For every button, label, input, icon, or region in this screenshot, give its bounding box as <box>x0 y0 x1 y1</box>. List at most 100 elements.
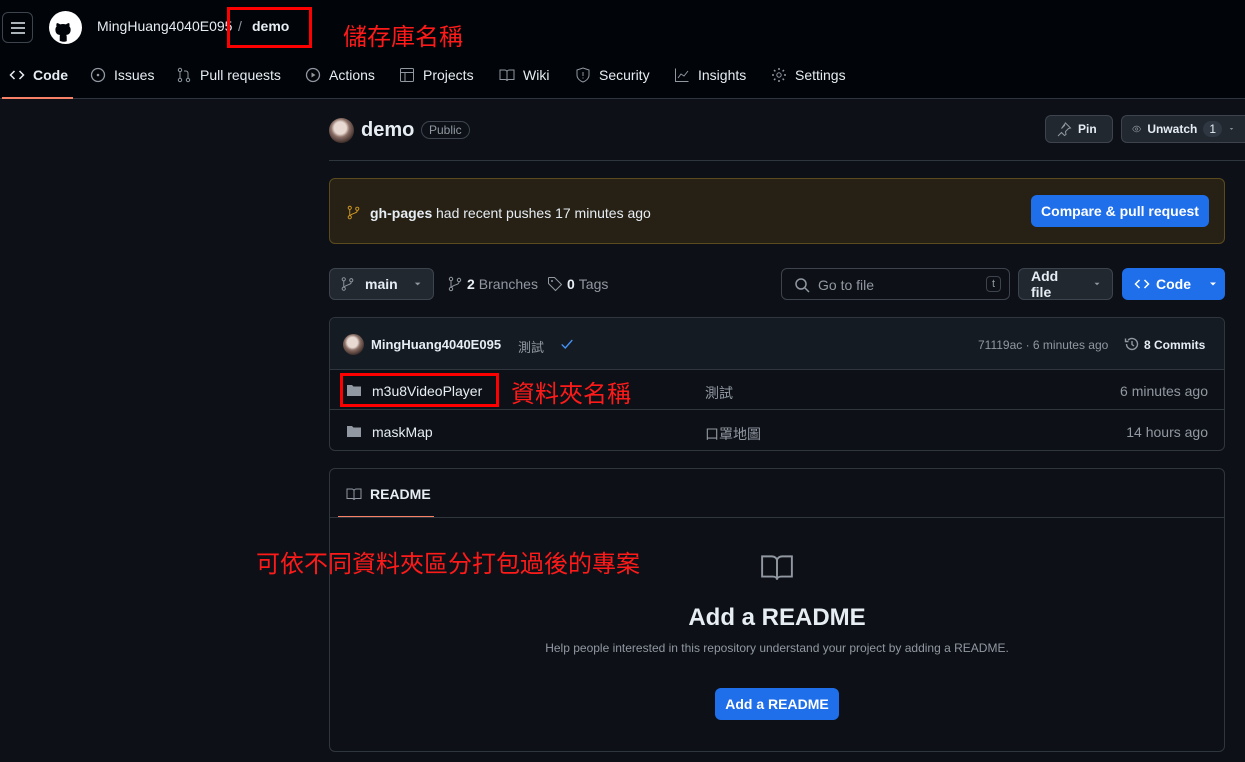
branch-selector[interactable]: main <box>329 268 434 300</box>
table-icon <box>400 68 414 82</box>
owner-avatar[interactable] <box>329 118 354 143</box>
readme-panel: README Add a README Help people interest… <box>329 468 1225 752</box>
history-icon <box>1124 337 1139 351</box>
file-name[interactable]: maskMap <box>372 424 433 440</box>
tab-code[interactable]: Code <box>9 60 68 90</box>
tab-projects-label: Projects <box>423 67 474 83</box>
banner-message: had recent pushes 17 minutes ago <box>436 205 651 221</box>
code-button-label: Code <box>1156 276 1191 292</box>
search-icon <box>795 278 810 293</box>
branch-icon <box>347 205 360 220</box>
add-file-button[interactable]: Add file <box>1018 268 1113 300</box>
branch-icon <box>341 277 354 291</box>
file-updated-time: 6 minutes ago <box>1120 383 1208 399</box>
commit-author[interactable]: MingHuang4040E095 <box>371 337 501 352</box>
folder-icon <box>347 426 361 437</box>
active-tab-indicator <box>2 97 73 99</box>
branches-label: Branches <box>478 276 538 292</box>
pin-label: Pin <box>1078 122 1097 136</box>
latest-commit-row: MingHuang4040E095 測試 71119ac · 6 minutes… <box>330 318 1224 370</box>
readme-empty-description: Help people interested in this repositor… <box>545 641 1009 655</box>
unwatch-button[interactable]: Unwatch 1 <box>1121 115 1245 143</box>
chevron-down-icon <box>1094 282 1100 286</box>
commit-author-avatar[interactable] <box>343 334 364 355</box>
go-to-file-placeholder: Go to file <box>818 277 875 293</box>
readme-empty-title: Add a README <box>688 604 866 631</box>
commits-count-link[interactable]: 8 Commits <box>1144 338 1205 352</box>
go-to-file-input[interactable]: Go to file t <box>781 268 1010 300</box>
add-readme-button[interactable]: Add a README <box>715 688 839 720</box>
repo-name-annotation: 儲存庫名稱 <box>343 23 463 51</box>
tab-pull-requests-label: Pull requests <box>200 67 281 83</box>
tab-settings[interactable]: Settings <box>771 60 846 90</box>
banner-branch-name[interactable]: gh-pages <box>370 205 432 221</box>
tab-security-label: Security <box>599 67 650 83</box>
tab-actions[interactable]: Actions <box>305 60 375 90</box>
pin-button[interactable]: Pin <box>1045 115 1113 143</box>
tab-projects[interactable]: Projects <box>399 60 474 90</box>
tags-label: Tags <box>578 276 609 292</box>
tag-icon <box>548 277 563 292</box>
readme-tab-label: README <box>370 486 431 502</box>
tab-wiki[interactable]: Wiki <box>499 60 549 90</box>
book-icon <box>761 555 793 580</box>
gear-icon <box>772 68 786 82</box>
add-readme-label: Add a README <box>725 696 829 712</box>
commit-hash-time[interactable]: 71119ac · 6 minutes ago <box>978 338 1108 352</box>
pin-icon <box>1057 122 1072 137</box>
tab-issues-label: Issues <box>114 67 155 83</box>
chevron-down-icon <box>1210 282 1216 286</box>
hamburger-icon <box>10 21 25 34</box>
graph-icon <box>675 68 689 82</box>
commit-message[interactable]: 測試 <box>518 337 544 356</box>
github-logo-icon[interactable] <box>49 11 82 44</box>
chevron-down-icon <box>414 282 421 286</box>
tab-code-label: Code <box>33 67 68 83</box>
owner-link[interactable]: MingHuang4040E095 <box>97 18 232 34</box>
tags-count: 0 <box>567 276 575 292</box>
compare-pull-request-button[interactable]: Compare & pull request <box>1031 195 1209 227</box>
branch-icon <box>448 276 462 292</box>
check-icon[interactable] <box>560 337 574 351</box>
tab-wiki-label: Wiki <box>523 67 550 83</box>
play-icon <box>305 67 321 83</box>
menu-button[interactable] <box>2 12 33 43</box>
tab-issues[interactable]: Issues <box>90 60 154 90</box>
tab-settings-label: Settings <box>795 67 846 83</box>
readme-tab[interactable]: README <box>346 486 431 502</box>
book-icon <box>346 488 362 501</box>
tab-insights-label: Insights <box>698 67 747 83</box>
file-updated-time: 14 hours ago <box>1126 424 1208 440</box>
compare-pull-request-label: Compare & pull request <box>1041 203 1199 219</box>
search-shortcut-key: t <box>985 276 1001 292</box>
folder-name-annotation: 資料夾名稱 <box>511 380 631 408</box>
file-row[interactable]: maskMap 口罩地圖 14 hours ago <box>330 410 1224 450</box>
pull-request-icon <box>177 67 191 83</box>
branches-count: 2 <box>467 276 475 292</box>
file-commit-message[interactable]: 測試 <box>705 383 733 403</box>
tab-security[interactable]: Security <box>575 60 650 90</box>
tab-insights[interactable]: Insights <box>674 60 746 90</box>
header-divider <box>329 160 1245 161</box>
tab-actions-label: Actions <box>329 67 375 83</box>
readme-divider <box>330 517 1224 518</box>
folder-name-highlight-box <box>340 373 499 407</box>
issue-icon <box>90 67 106 83</box>
repo-name-highlight-box <box>227 7 312 48</box>
chevron-down-icon <box>1229 128 1234 130</box>
visibility-badge: Public <box>421 121 470 139</box>
folders-annotation: 可依不同資料夾區分打包過後的專案 <box>256 550 640 578</box>
watch-count: 1 <box>1203 121 1223 137</box>
code-dropdown-button[interactable]: Code <box>1122 268 1225 300</box>
tags-link[interactable]: 0 Tags <box>547 276 608 292</box>
tab-pull-requests[interactable]: Pull requests <box>176 60 281 90</box>
repo-title[interactable]: demo <box>361 119 414 142</box>
unwatch-label: Unwatch <box>1147 122 1198 136</box>
shield-icon <box>576 67 590 83</box>
file-commit-message[interactable]: 口罩地圖 <box>705 424 761 444</box>
add-file-label: Add file <box>1031 268 1059 300</box>
code-icon <box>9 70 25 80</box>
branch-name: main <box>365 276 398 292</box>
eye-icon <box>1132 125 1142 133</box>
branches-link[interactable]: 2 Branches <box>447 276 538 292</box>
